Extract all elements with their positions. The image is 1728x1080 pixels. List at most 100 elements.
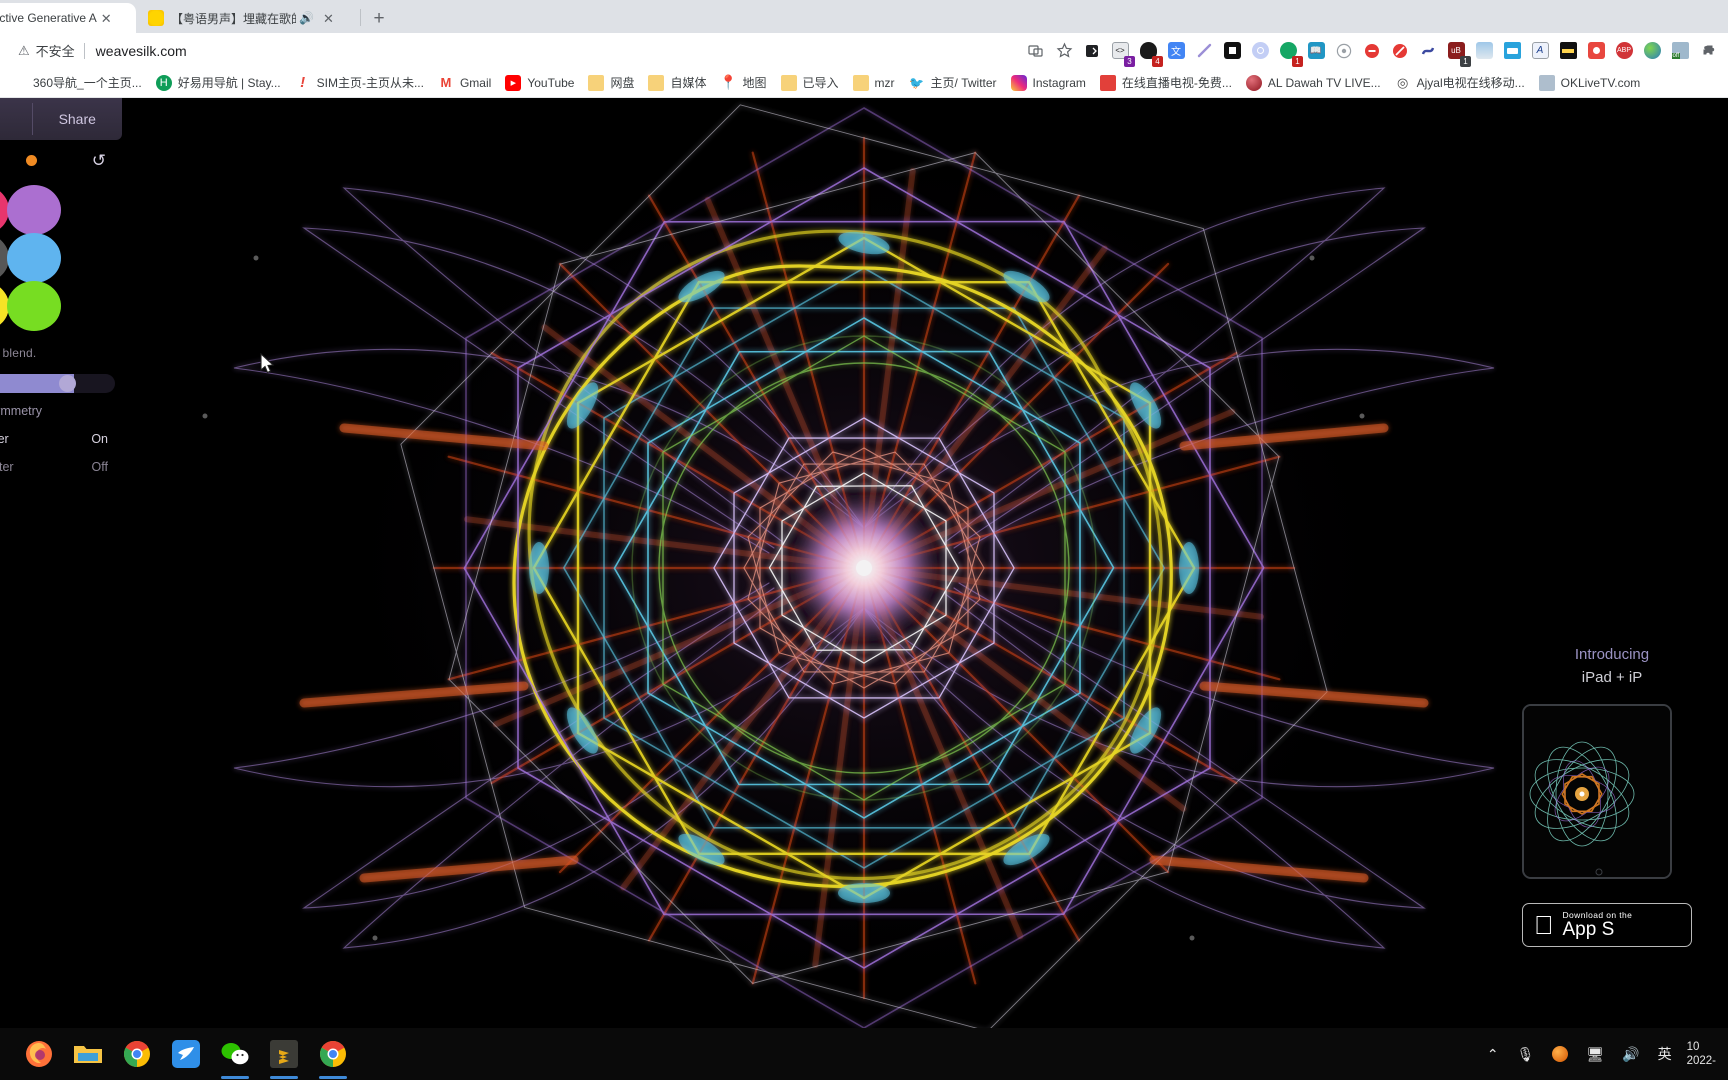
toggle-towards-center[interactable]: rds center Off <box>0 460 108 474</box>
block-red-icon[interactable] <box>1359 38 1385 64</box>
share-button[interactable]: Share <box>33 98 123 140</box>
toggle-value: On <box>91 432 108 446</box>
toggle-label: ss center <box>0 432 9 446</box>
color-swatches <box>0 185 100 331</box>
chevron-up-icon[interactable]: ⌃ <box>1487 1046 1499 1063</box>
pen-extension-icon[interactable] <box>1191 38 1217 64</box>
taskbar-firefox[interactable] <box>22 1037 56 1071</box>
taskbar-bird-app[interactable] <box>169 1037 203 1071</box>
microphone-icon[interactable]: 🎙 <box>1517 1046 1535 1063</box>
toggle-across-center[interactable]: ss center On <box>0 432 108 446</box>
bookmark-item[interactable]: H 好易用导航 | Stay... <box>149 71 288 95</box>
share-screenshot-icon[interactable] <box>1023 38 1049 64</box>
ime-indicator[interactable]: 英 <box>1658 1044 1672 1064</box>
ipad-promo-ad[interactable]: Introducing iPad + iP Download on the Ap… <box>1496 646 1728 947</box>
bookmark-label: Instagram <box>1032 75 1086 90</box>
bookmark-item[interactable]: ◎ Ajyal电视在线移动... <box>1388 71 1532 95</box>
taskbar-file-explorer[interactable] <box>71 1037 105 1071</box>
close-icon[interactable]: ✕ <box>101 12 112 25</box>
bookmark-item[interactable]: 网盘 <box>581 71 641 95</box>
generative-silk-artwork[interactable] <box>0 98 1728 1028</box>
swatch-blue[interactable] <box>7 233 61 283</box>
running-indicator <box>319 1076 347 1079</box>
no-video-icon[interactable] <box>1387 38 1413 64</box>
volume-icon[interactable]: 🔊 <box>1622 1046 1639 1063</box>
slider-knob[interactable] <box>58 375 76 392</box>
panel-left-button[interactable] <box>0 98 32 140</box>
code-extension-icon[interactable]: <> 3 <box>1107 38 1135 67</box>
browser-tab-1[interactable]: eractive Generative A ✕ <box>0 3 136 33</box>
camera-icon[interactable] <box>1583 38 1609 64</box>
address-bar: ⚠ 不安全 weavesilk.com <> 3 4 文 1 📖 uB 1 A … <box>0 33 1728 68</box>
bookmark-label: 360导航_一个主页... <box>33 76 142 90</box>
bookmark-item[interactable]: 自媒体 <box>641 71 713 95</box>
app-store-button[interactable]:  Download on the App S <box>1522 903 1692 947</box>
new-tab-button[interactable]: + <box>366 6 392 32</box>
bookmark-label: SIM主页-主页从未... <box>316 76 424 90</box>
orange-dot-icon[interactable] <box>25 154 37 166</box>
taskbar-chrome[interactable] <box>120 1037 154 1071</box>
bookmark-item[interactable]: OKLiveTV.com <box>1532 71 1648 95</box>
taskbar-wechat[interactable] <box>218 1037 252 1079</box>
bookmark-item[interactable]: mzr <box>846 71 902 95</box>
search-globe-icon[interactable] <box>1247 38 1273 64</box>
browser-tab-2[interactable]: 【粤语男声】埋藏在歌的经典 🔊 ✕ <box>142 3 354 33</box>
sidebar-icon[interactable] <box>1079 38 1105 64</box>
extensions-puzzle-icon[interactable] <box>1695 38 1721 64</box>
weather-icon[interactable] <box>1471 38 1497 64</box>
bookmark-item[interactable]: ▶ YouTube <box>498 71 581 95</box>
symmetry-slider[interactable] <box>0 374 115 393</box>
windows-taskbar: ⌃ 🎙 🖥 🔊 英 10 2022- <box>0 1028 1728 1080</box>
orange-app-icon[interactable] <box>1552 1046 1569 1062</box>
bookmark-item[interactable]: 📍 地图 <box>714 71 774 95</box>
spiral-icon: ◎ <box>1396 74 1409 90</box>
tab-title: 【粤语男声】埋藏在歌的经典 <box>171 11 296 26</box>
clock-date: 2022- <box>1686 1055 1716 1067</box>
panel-tool-row: ↺ <box>0 140 122 180</box>
mouse-cursor <box>260 353 275 374</box>
globe-green-icon[interactable] <box>1639 38 1665 64</box>
folder-icon <box>852 74 869 91</box>
undo-icon[interactable]: ↺ <box>92 152 106 169</box>
clock[interactable]: 10 2022- <box>1687 1040 1716 1069</box>
square-recorder-icon[interactable] <box>1219 38 1245 64</box>
red-sphere-icon <box>1245 74 1262 91</box>
swatch-purple[interactable] <box>7 185 61 235</box>
ublock-icon[interactable]: uB 1 <box>1443 38 1471 67</box>
badge-count: 4 <box>1152 55 1163 67</box>
taskbar-chrome-active[interactable] <box>316 1037 350 1079</box>
dictionary-icon[interactable]: 📖 <box>1303 38 1329 64</box>
bookmark-item[interactable]: ! SIM主页-主页从未... <box>288 71 431 95</box>
translate-icon[interactable]: 文 <box>1163 38 1189 64</box>
close-icon[interactable]: ✕ <box>323 12 334 25</box>
taskbar-sublime-text[interactable] <box>267 1037 301 1079</box>
tv-icon <box>1099 74 1116 91</box>
bookmark-item[interactable]: Instagram <box>1004 71 1093 95</box>
wave-blue-icon[interactable] <box>1415 38 1441 64</box>
network-icon[interactable]: 🖥 <box>1586 1046 1604 1063</box>
bookmark-item[interactable]: AL Dawah TV LIVE... <box>1239 71 1388 95</box>
site-security-indicator[interactable]: ⚠ 不安全 <box>18 41 75 60</box>
subtitle-icon[interactable] <box>1499 38 1525 64</box>
bookmark-item[interactable]: 在线直播电视-免费... <box>1093 71 1239 95</box>
abp-icon[interactable]: ABP <box>1611 38 1637 64</box>
clock-time: 10 <box>1686 1040 1700 1053</box>
taskbar-apps <box>0 1037 365 1079</box>
url-text[interactable]: weavesilk.com <box>96 43 187 59</box>
swatch-green[interactable] <box>7 281 61 331</box>
bookmark-label: 自媒体 <box>670 76 707 90</box>
font-icon[interactable]: A <box>1527 38 1553 64</box>
bookmark-item[interactable]: 已导入 <box>774 71 846 95</box>
youtube-icon: ▶ <box>505 74 522 91</box>
green-shield-icon[interactable]: 1 <box>1275 38 1303 67</box>
bookmark-item[interactable]: 🐦 主页/ Twitter <box>902 71 1004 95</box>
keyboard-icon[interactable] <box>1555 38 1581 64</box>
bookmark-star-icon[interactable] <box>1051 38 1077 64</box>
radar-icon[interactable] <box>1331 38 1357 64</box>
bookmark-item[interactable]: 360导航_一个主页... <box>4 71 149 95</box>
off-toggle-icon[interactable]: off <box>1667 38 1693 64</box>
audio-playing-icon[interactable]: 🔊 <box>299 11 314 25</box>
tab-strip: eractive Generative A ✕ 【粤语男声】埋藏在歌的经典 🔊 … <box>0 0 1728 33</box>
bookmark-item[interactable]: M Gmail <box>431 71 498 95</box>
adblock-person-icon[interactable]: 4 <box>1135 38 1163 67</box>
